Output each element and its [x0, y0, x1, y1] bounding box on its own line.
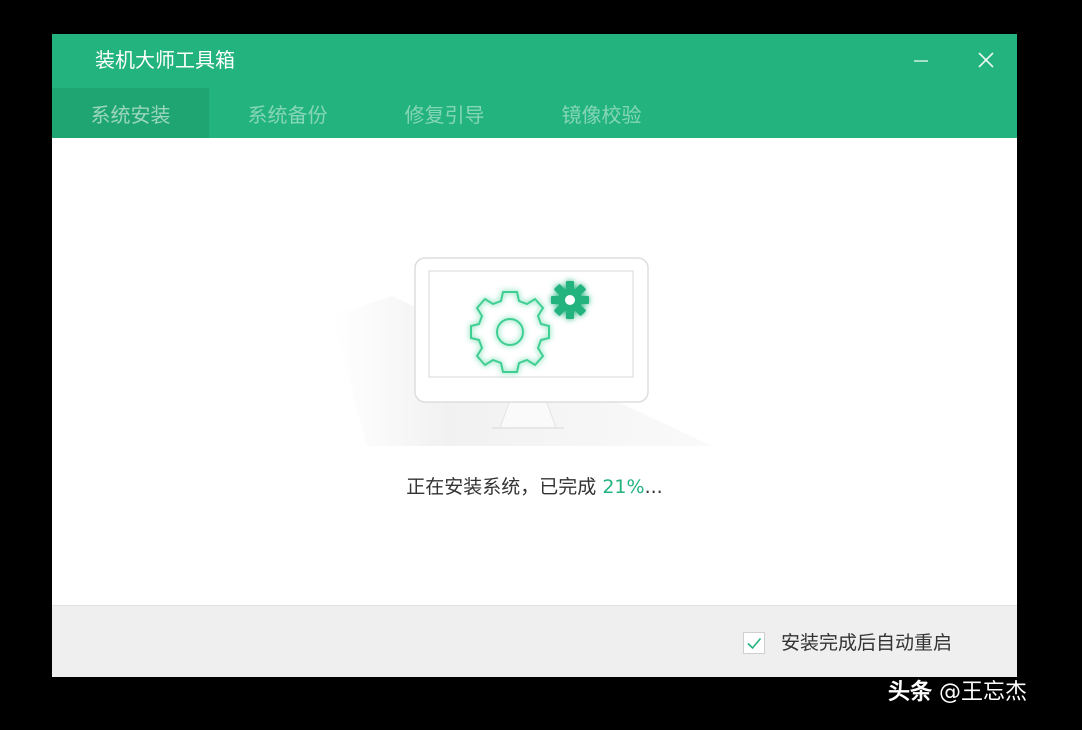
monitor-gears-icon	[332, 257, 712, 446]
footer-bar: 安装完成后自动重启	[52, 605, 1017, 677]
installer-window: 装机大师工具箱 系统安装 系统备份 修复引导 镜像校验 正在安装系统，已完成 2…	[52, 34, 1017, 677]
tab-label: 系统安装	[90, 102, 171, 127]
minimize-button[interactable]	[905, 46, 937, 74]
status-ellipsis: ...	[644, 476, 663, 498]
watermark-author: @王忘杰	[932, 680, 1028, 705]
auto-restart-checkbox[interactable]	[743, 632, 765, 654]
install-status: 正在安装系统，已完成 21%...	[52, 473, 1017, 501]
auto-restart-option[interactable]: 安装完成后自动重启	[743, 630, 952, 656]
tab-bar: 系统安装 系统备份 修复引导 镜像校验	[52, 88, 680, 138]
tab-system-backup[interactable]: 系统备份	[209, 88, 366, 138]
auto-restart-label: 安装完成后自动重启	[781, 632, 953, 654]
tab-label: 镜像校验	[561, 102, 642, 127]
tab-repair-boot[interactable]: 修复引导	[366, 88, 523, 138]
app-title: 装机大师工具箱	[95, 48, 235, 72]
watermark: 头条 @王忘杰	[888, 676, 1027, 710]
install-panel: 正在安装系统，已完成 21%...	[52, 138, 1017, 605]
checkmark-icon	[747, 637, 762, 650]
tab-image-verify[interactable]: 镜像校验	[523, 88, 680, 138]
tab-system-install[interactable]: 系统安装	[52, 88, 209, 138]
status-text: 正在安装系统，已完成	[406, 476, 603, 498]
watermark-brand: 头条	[888, 680, 933, 705]
title-bar: 装机大师工具箱 系统安装 系统备份 修复引导 镜像校验	[52, 34, 1017, 138]
close-icon	[978, 52, 994, 68]
close-button[interactable]	[970, 46, 1002, 74]
progress-percent: 21%	[602, 476, 645, 498]
tab-label: 修复引导	[404, 102, 485, 127]
minimize-icon	[914, 60, 928, 62]
tab-label: 系统备份	[247, 102, 328, 127]
